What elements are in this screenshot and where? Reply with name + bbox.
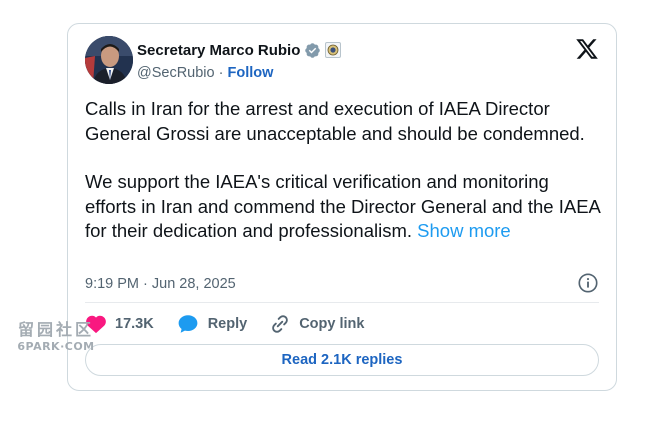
tweet-paragraph-2: We support the IAEA's critical verificat… [85, 170, 605, 244]
reply-label: Reply [207, 316, 248, 332]
government-seal-icon [325, 42, 342, 58]
divider [85, 302, 599, 303]
verified-badge-icon [305, 42, 321, 58]
author-name-row: Secretary Marco Rubio [137, 40, 342, 60]
watermark-top: 留园社区 [17, 320, 94, 339]
author-handle[interactable]: @SecRubio [137, 65, 215, 81]
copy-link-label: Copy link [299, 316, 365, 332]
info-icon[interactable] [577, 272, 599, 294]
tweet-actions: 17.3K Reply Copy link [85, 312, 386, 336]
tweet-card: Secretary Marco Rubio @SecRubio · Follow… [67, 23, 617, 391]
watermark: 留园社区 6PARK·COM [13, 320, 99, 353]
tweet-timestamp[interactable]: 9:19 PM · Jun 28, 2025 [85, 274, 236, 294]
x-logo-icon[interactable] [575, 37, 599, 61]
reply-bubble-icon [178, 315, 198, 333]
read-replies-button[interactable]: Read 2.1K replies [85, 344, 599, 376]
author-avatar[interactable] [85, 36, 133, 84]
link-icon [272, 315, 289, 333]
reply-button[interactable]: Reply [176, 313, 248, 335]
likes-count: 17.3K [115, 316, 154, 332]
author-handle-row: @SecRubio · Follow [137, 64, 273, 82]
copy-link-button[interactable]: Copy link [269, 313, 364, 335]
show-more-link[interactable]: Show more [417, 220, 511, 241]
watermark-bottom: 6PARK·COM [17, 340, 95, 353]
tweet-paragraph-2-text: We support the IAEA's critical verificat… [85, 171, 600, 241]
tweet-paragraph-1: Calls in Iran for the arrest and executi… [85, 98, 585, 144]
follow-button[interactable]: Follow [227, 65, 273, 81]
separator-dot: · [214, 65, 228, 81]
tweet-text: Calls in Iran for the arrest and executi… [85, 97, 605, 244]
author-name[interactable]: Secretary Marco Rubio [137, 42, 300, 59]
